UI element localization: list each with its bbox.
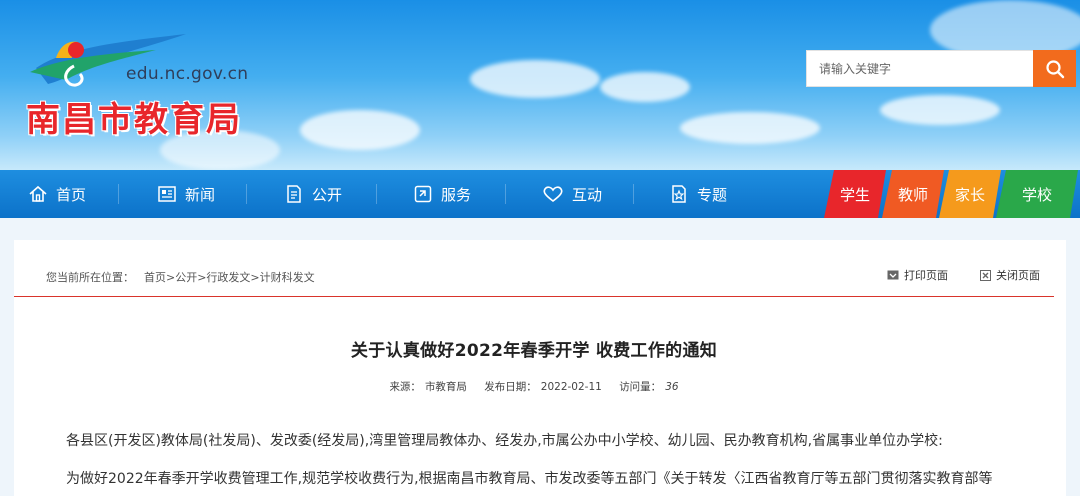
- search-input[interactable]: [806, 50, 1034, 87]
- header-banner: edu.nc.gov.cn 南昌市教育局: [0, 0, 1080, 170]
- breadcrumb: 您当前所在位置： 首页>公开>行政发文>计财科发文: [46, 269, 315, 285]
- site-name: 南昌市教育局: [26, 100, 242, 140]
- nav-item-open[interactable]: 公开: [284, 170, 342, 218]
- breadcrumb-path[interactable]: 首页>公开>行政发文>计财科发文: [144, 269, 315, 285]
- role-tab-parent[interactable]: 家长: [939, 170, 1001, 218]
- newspaper-icon: [158, 186, 176, 202]
- print-icon: [887, 270, 899, 280]
- cloud-decoration: [300, 110, 420, 150]
- star-page-icon: [672, 185, 686, 203]
- nav-item-home[interactable]: 首页: [28, 170, 86, 218]
- nav-divider: [633, 184, 634, 204]
- print-page-label: 打印页面: [904, 269, 948, 282]
- nav-item-news[interactable]: 新闻: [157, 170, 215, 218]
- close-page-button[interactable]: 关闭页面: [980, 267, 1040, 283]
- heart-icon: [543, 186, 563, 203]
- search-icon: [1045, 59, 1064, 78]
- article-panel: 您当前所在位置： 首页>公开>行政发文>计财科发文 打印页面 关闭页面 关于认真…: [14, 240, 1066, 496]
- views-label: 访问量：: [619, 381, 662, 393]
- nav-divider: [505, 184, 506, 204]
- role-tab-student[interactable]: 学生: [824, 170, 886, 218]
- close-page-label: 关闭页面: [996, 269, 1040, 282]
- nav-item-topic[interactable]: 专题: [669, 170, 727, 218]
- site-logo[interactable]: edu.nc.gov.cn 南昌市教育局: [26, 28, 266, 140]
- document-icon: [287, 185, 301, 203]
- nav-divider: [376, 184, 377, 204]
- page-tools: 打印页面 关闭页面: [887, 267, 1040, 283]
- cloud-decoration: [680, 112, 820, 144]
- cloud-decoration: [470, 60, 600, 98]
- source-label: 来源：: [389, 381, 421, 393]
- service-icon: [414, 185, 432, 203]
- nav-item-label: 互动: [572, 185, 603, 204]
- date-label: 发布日期：: [484, 381, 537, 393]
- nav-item-label: 服务: [441, 185, 472, 204]
- cloud-decoration: [600, 72, 690, 102]
- nav-item-interact[interactable]: 互动: [542, 170, 602, 218]
- nav-divider: [246, 184, 247, 204]
- article-paragraph: 为做好2022年春季开学收费管理工作,规范学校收费行为,根据南昌市教育局、市发改…: [66, 471, 993, 487]
- article-paragraph: 各县区(开发区)教体局(社发局)、发改委(经发局),湾里管理局教体办、经发办,市…: [66, 433, 943, 449]
- nav-item-service[interactable]: 服务: [413, 170, 471, 218]
- nav-item-label: 专题: [697, 185, 728, 204]
- source-value: 市教育局: [424, 381, 467, 393]
- nav-item-label: 公开: [312, 185, 343, 204]
- home-icon: [29, 185, 47, 202]
- date-value: 2022-02-11: [540, 381, 602, 393]
- cloud-decoration: [880, 95, 1000, 125]
- site-url: edu.nc.gov.cn: [126, 64, 249, 84]
- nav-item-label: 首页: [56, 185, 87, 204]
- nav-item-label: 新闻: [185, 185, 216, 204]
- nav-divider: [118, 184, 119, 204]
- search-button[interactable]: [1033, 50, 1076, 87]
- views-count: 36: [665, 381, 679, 393]
- title-divider: [14, 296, 1054, 297]
- breadcrumb-prefix: 您当前所在位置：: [46, 271, 134, 284]
- role-tab-school[interactable]: 学校: [996, 170, 1078, 218]
- article-meta: 来源： 市教育局 发布日期： 2022-02-11 访问量： 36: [14, 379, 1054, 394]
- print-page-button[interactable]: 打印页面: [887, 267, 948, 283]
- role-tab-teacher[interactable]: 教师: [882, 170, 944, 218]
- article-title: 关于认真做好2022年春季开学 收费工作的通知: [350, 341, 718, 361]
- close-icon: [980, 269, 991, 281]
